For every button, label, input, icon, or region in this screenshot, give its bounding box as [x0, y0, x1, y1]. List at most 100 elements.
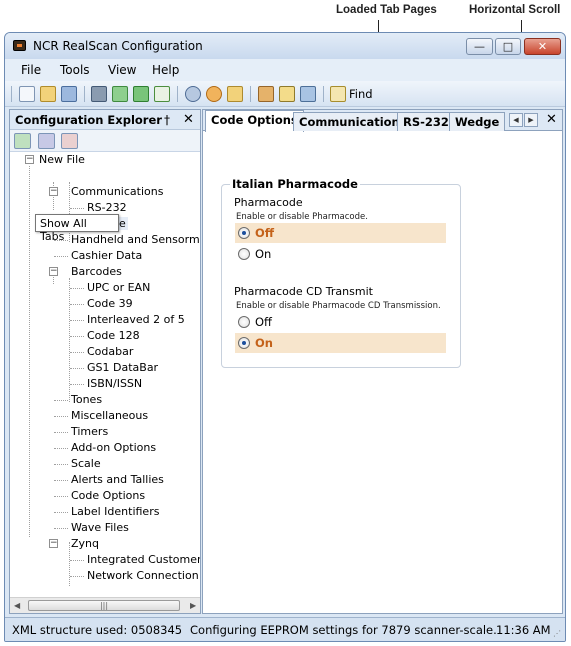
- annotation-loaded-tab-pages: Loaded Tab Pages: [336, 4, 437, 16]
- tree-item-addon-options[interactable]: Add-on Options: [71, 441, 156, 454]
- pharmacode-cd-option-on[interactable]: On: [235, 333, 446, 353]
- pharmacode-option-off[interactable]: Off: [235, 223, 446, 243]
- tree-item-upc-ean[interactable]: UPC or EAN: [87, 281, 150, 294]
- minimize-button[interactable]: —: [466, 38, 493, 55]
- find-icon[interactable]: [330, 86, 346, 102]
- tree-item-rs232[interactable]: RS-232: [87, 201, 127, 214]
- group-title: Italian Pharmacode: [230, 177, 360, 191]
- open-icon[interactable]: [40, 86, 56, 102]
- scanner-app-icon: [13, 40, 26, 51]
- menu-tools[interactable]: Tools: [60, 63, 90, 77]
- tab-scroll-left-icon[interactable]: ◀: [509, 113, 523, 127]
- tree-item-cashier-data[interactable]: Cashier Data: [71, 249, 142, 262]
- menu-view[interactable]: View: [108, 63, 136, 77]
- tree-item-isbn-issn[interactable]: ISBN/ISSN: [87, 377, 142, 390]
- tree-item-new-file[interactable]: New File: [39, 153, 85, 166]
- tree-guide: [70, 320, 84, 321]
- resize-grip-icon[interactable]: ⋰: [553, 629, 563, 639]
- show-all-tabs-icon[interactable]: [14, 133, 31, 149]
- tree-item-tones[interactable]: Tones: [71, 393, 102, 406]
- explorer-close-icon[interactable]: ✕: [183, 112, 194, 127]
- scroll-left-icon[interactable]: ◀: [14, 601, 20, 610]
- radio-icon[interactable]: [238, 248, 250, 260]
- maximize-icon: □: [502, 40, 514, 53]
- new-file-icon[interactable]: [19, 86, 35, 102]
- toolbar: Find: [5, 81, 565, 107]
- explorer-horizontal-scrollbar[interactable]: ◀ ||| ▶: [10, 597, 200, 613]
- pharmacode-option-on[interactable]: On: [235, 244, 446, 264]
- tree-item-label-identifiers[interactable]: Label Identifiers: [71, 505, 159, 518]
- tab-rs232[interactable]: RS-232: [397, 112, 455, 131]
- tree-item-handheld[interactable]: Handheld and Sensormatic: [71, 233, 200, 246]
- tree-collapse-toggle[interactable]: −: [25, 155, 34, 164]
- tree-guide: [70, 576, 84, 577]
- tab-wedge[interactable]: Wedge: [449, 112, 506, 131]
- annotation-horizontal-scroll: Horizontal Scroll: [469, 4, 561, 16]
- tab-content-panel: Code Options Communications RS-232 Wedge…: [202, 109, 563, 614]
- tree-item-codabar[interactable]: Codabar: [87, 345, 133, 358]
- edit-icon[interactable]: [279, 86, 295, 102]
- status-time: 11:36 AM: [496, 623, 551, 637]
- option-label: On: [255, 336, 273, 350]
- tabs-view-icon[interactable]: [38, 133, 55, 149]
- tab-code-options[interactable]: Code Options: [205, 110, 304, 132]
- tree-item-network-connection[interactable]: Network Connection: [87, 569, 199, 582]
- option-label: Off: [255, 315, 272, 329]
- italian-pharmacode-group: Italian Pharmacode Pharmacode Enable or …: [221, 177, 461, 368]
- radio-icon[interactable]: [238, 316, 250, 328]
- app-window: NCR RealScan Configuration — □ ✕ File To…: [4, 32, 566, 642]
- settings-icon[interactable]: [227, 86, 243, 102]
- menu-file[interactable]: File: [21, 63, 41, 77]
- refresh-icon[interactable]: [133, 86, 149, 102]
- pharmacode-cd-option-off[interactable]: Off: [235, 312, 446, 332]
- explorer-header: Configuration Explorer † ✕: [10, 110, 200, 130]
- tree-item-code-39[interactable]: Code 39: [87, 297, 133, 310]
- tab-bar: Code Options Communications RS-232 Wedge…: [203, 110, 562, 132]
- tree-item-alerts-tallies[interactable]: Alerts and Tallies: [71, 473, 164, 486]
- tones-icon[interactable]: [206, 86, 222, 102]
- tree-item-scale[interactable]: Scale: [71, 457, 101, 470]
- tree-item-code-options[interactable]: Code Options: [71, 489, 145, 502]
- tree-guide: [70, 368, 84, 369]
- tree-collapse-toggle[interactable]: −: [49, 267, 58, 276]
- network-icon[interactable]: [300, 86, 316, 102]
- close-tabs-icon[interactable]: [61, 133, 78, 149]
- radio-selected-icon[interactable]: [238, 337, 250, 349]
- scroll-thumb[interactable]: |||: [28, 600, 180, 611]
- tree-item-interleaved-2of5[interactable]: Interleaved 2 of 5: [87, 313, 185, 326]
- tab-close-icon[interactable]: ✕: [546, 112, 557, 127]
- tab-communications[interactable]: Communications: [293, 112, 413, 131]
- title-bar[interactable]: NCR RealScan Configuration — □ ✕: [5, 33, 565, 59]
- toolbar-separator: [323, 86, 324, 102]
- tree-guide: [70, 288, 84, 289]
- toolbar-grip: [11, 86, 12, 102]
- tree-collapse-toggle[interactable]: −: [49, 539, 58, 548]
- tree-collapse-toggle[interactable]: −: [49, 187, 58, 196]
- tree-item-gs1-databar[interactable]: GS1 DataBar: [87, 361, 158, 374]
- scroll-right-icon[interactable]: ▶: [190, 601, 196, 610]
- pharmacode-cd-transmit-label: Pharmacode CD Transmit: [234, 285, 373, 298]
- tree-item-timers[interactable]: Timers: [71, 425, 108, 438]
- find-button[interactable]: Find: [349, 87, 373, 101]
- explorer-title: Configuration Explorer: [15, 113, 162, 127]
- maximize-button[interactable]: □: [495, 38, 521, 55]
- tree-item-wave-files[interactable]: Wave Files: [71, 521, 129, 534]
- close-button[interactable]: ✕: [524, 38, 561, 55]
- print-icon[interactable]: [91, 86, 107, 102]
- scanner-icon[interactable]: [185, 86, 201, 102]
- wrench-icon[interactable]: [258, 86, 274, 102]
- upload-icon[interactable]: [154, 86, 170, 102]
- pin-icon[interactable]: †: [164, 113, 170, 127]
- tree-item-integrated-customer-scale[interactable]: Integrated Customer Sca: [87, 553, 200, 566]
- radio-selected-icon[interactable]: [238, 227, 250, 239]
- menu-help[interactable]: Help: [152, 63, 179, 77]
- tree-item-communications[interactable]: Communications: [71, 185, 163, 198]
- tree-guide: [69, 182, 70, 242]
- tree-item-barcodes[interactable]: Barcodes: [71, 265, 122, 278]
- export-icon[interactable]: [112, 86, 128, 102]
- tree-item-zynq[interactable]: Zynq: [71, 537, 99, 550]
- tab-scroll-right-icon[interactable]: ▶: [524, 113, 538, 127]
- tree-item-miscellaneous[interactable]: Miscellaneous: [71, 409, 148, 422]
- save-all-icon[interactable]: [61, 86, 77, 102]
- tree-item-code-128[interactable]: Code 128: [87, 329, 140, 342]
